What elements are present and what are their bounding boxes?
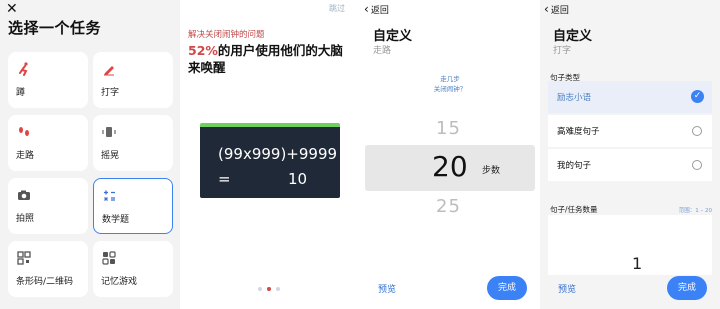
page-title: 自定义: [553, 29, 593, 44]
checkmark-icon: ✓: [691, 90, 704, 103]
back-button[interactable]: ‹ 返回: [364, 2, 389, 16]
back-label: 返回: [370, 6, 389, 16]
task-label: 条形码/二维码: [16, 277, 74, 287]
typing-custom-screen: ‹ 返回 自定义 打字 句子类型 励志小语 ✓ 高难度句子 我的句子 句子/任务数…: [540, 0, 720, 309]
page-indicator: [258, 287, 280, 291]
camera-icon: [18, 190, 30, 200]
task-label: 打字: [101, 88, 120, 98]
back-label: 返回: [550, 6, 569, 16]
page-title: 自定义: [373, 29, 413, 44]
picker-unit: 步数: [482, 166, 501, 176]
intro-subtitle: 解决关闭闹钟的问题: [188, 30, 265, 40]
preview-button[interactable]: 预览: [378, 282, 396, 295]
math-intro-screen: 跳过 解决关闭闹钟的问题 52%的用户使用他们的大脑来唤醒 (99x999)+9…: [180, 0, 351, 309]
squat-icon: [19, 62, 28, 76]
task-label: 走路: [16, 151, 35, 161]
count-picker[interactable]: 1: [548, 215, 712, 275]
page-subtitle: 打字: [553, 46, 572, 56]
hint-line-1: 走几步: [440, 75, 460, 83]
radio-button[interactable]: [692, 126, 702, 136]
page-dot: [258, 287, 262, 291]
task-card-photo[interactable]: 拍照: [8, 178, 88, 234]
shake-phone-icon: [102, 127, 116, 137]
picker-selected-value[interactable]: 20: [432, 150, 468, 183]
memory-game-icon: [102, 251, 116, 265]
footsteps-icon: [19, 127, 29, 136]
task-label: 摇晃: [101, 151, 120, 161]
page-title: 选择一个任务: [8, 19, 102, 37]
count-label: 句子/任务数量: [550, 205, 598, 214]
option-hard-sentences[interactable]: 高难度句子: [548, 115, 712, 147]
picker-prev-value[interactable]: 15: [436, 118, 461, 139]
task-label: 数学题: [102, 215, 130, 225]
chevron-left-icon: ‹: [544, 2, 549, 16]
page-subtitle: 走路: [373, 46, 392, 56]
task-card-squat[interactable]: 蹲: [8, 52, 88, 108]
walk-custom-screen: ‹ 返回 自定义 走路 走几步 关闭闹钟？ 15 20 步数 25 预览 完成: [360, 0, 540, 309]
task-card-memory[interactable]: 记忆游戏: [93, 241, 173, 297]
task-card-barcode[interactable]: 条形码/二维码: [8, 241, 88, 297]
picker-hint: 走几步 关闭闹钟？: [360, 74, 540, 94]
math-expression: (99x999)+9999: [218, 145, 338, 163]
close-icon[interactable]: ✕: [6, 2, 18, 16]
preview-button[interactable]: 预览: [558, 282, 576, 295]
task-card-math[interactable]: 数学题: [93, 178, 173, 234]
task-label: 蹲: [16, 88, 26, 98]
headline-percent: 52%: [188, 43, 218, 58]
option-label: 我的句子: [557, 161, 592, 171]
picker-next-value[interactable]: 25: [436, 196, 461, 217]
page-dot-active: [267, 287, 271, 291]
math-equals: =: [218, 170, 231, 188]
option-my-sentences[interactable]: 我的句子: [548, 149, 712, 181]
back-button[interactable]: ‹ 返回: [544, 2, 569, 16]
done-button[interactable]: 完成: [487, 276, 527, 300]
math-icon: [104, 190, 115, 201]
task-select-screen: ✕ 选择一个任务 蹲 打字 走路 摇晃 拍照 数学题 条形码/二维码 记忆游戏: [0, 0, 180, 309]
task-label: 记忆游戏: [101, 277, 138, 287]
option-label: 高难度句子: [557, 127, 600, 137]
pencil-icon: [104, 66, 114, 76]
option-label: 励志小语: [557, 93, 592, 103]
task-card-shake[interactable]: 摇晃: [93, 115, 173, 171]
qr-code-icon: [17, 251, 31, 265]
hint-line-2: 关闭闹钟？: [433, 85, 467, 93]
math-problem-card: (99x999)+9999 = 10: [200, 123, 340, 198]
task-label: 拍照: [16, 214, 35, 224]
count-value[interactable]: 1: [632, 254, 642, 273]
task-card-typing[interactable]: 打字: [93, 52, 173, 108]
radio-button[interactable]: [692, 160, 702, 170]
option-motivational[interactable]: 励志小语 ✓: [548, 81, 712, 113]
math-answer: 10: [288, 170, 308, 188]
intro-headline: 52%的用户使用他们的大脑来唤醒: [188, 42, 348, 76]
page-dot: [276, 287, 280, 291]
chevron-left-icon: ‹: [364, 2, 369, 16]
count-range: 范围：1 – 20: [678, 208, 712, 214]
skip-link[interactable]: 跳过: [329, 3, 345, 14]
done-button[interactable]: 完成: [667, 276, 707, 300]
task-card-walk[interactable]: 走路: [8, 115, 88, 171]
